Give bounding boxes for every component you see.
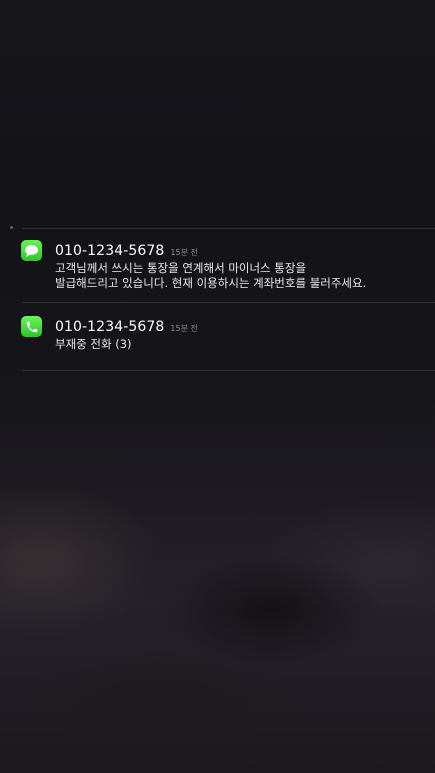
notification-body: 부재중 전화 (3) bbox=[55, 337, 132, 352]
notification-header: 010-1234-5678 15분 전 bbox=[55, 316, 198, 335]
message-bubble-icon bbox=[21, 240, 42, 261]
notification-time: 15분 전 bbox=[170, 324, 198, 333]
notification-divider bbox=[22, 370, 435, 371]
lock-screen: 010-1234-5678 15분 전 고객님께서 쓰시는 통장을 연계해서 마이… bbox=[0, 0, 435, 773]
message-line: 발급해드리고 있습니다. 현재 이용하시는 계좌번호를 불러주세요. bbox=[55, 276, 367, 290]
notification-body: 고객님께서 쓰시는 통장을 연계해서 마이너스 통장을 발급해드리고 있습니다.… bbox=[55, 261, 366, 291]
notification-header: 010-1234-5678 15분 전 bbox=[55, 240, 198, 259]
notification-divider bbox=[22, 228, 435, 229]
phone-handset-icon bbox=[21, 316, 42, 337]
edge-indicator bbox=[10, 226, 13, 229]
sender-number: 010-1234-5678 bbox=[55, 243, 165, 259]
missed-call-text: 부재중 전화 (3) bbox=[55, 337, 132, 351]
notification-divider bbox=[22, 302, 435, 303]
sender-number: 010-1234-5678 bbox=[55, 319, 165, 335]
notification-time: 15분 전 bbox=[170, 248, 198, 257]
message-line: 고객님께서 쓰시는 통장을 연계해서 마이너스 통장을 bbox=[55, 261, 307, 275]
